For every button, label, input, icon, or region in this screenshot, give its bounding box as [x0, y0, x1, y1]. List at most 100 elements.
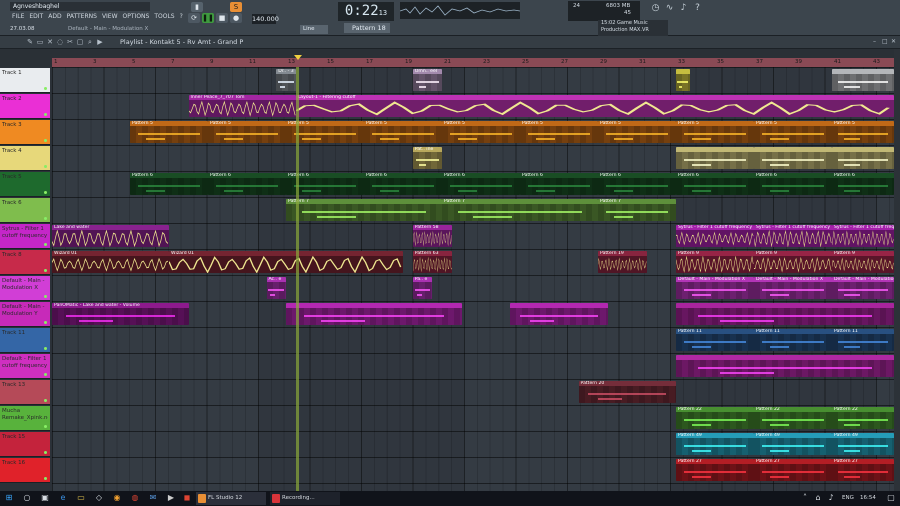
track-mute-led[interactable]: [44, 295, 47, 298]
playlist-clip[interactable]: Pattern 63: [412, 251, 452, 273]
play-tool-icon[interactable]: ▶: [96, 38, 104, 46]
track-mute-led[interactable]: [44, 373, 47, 376]
playlist-clip[interactable]: Ac.. e: [266, 277, 286, 299]
chrome-icon[interactable]: ◍: [130, 493, 140, 503]
playlist-clip[interactable]: Pattern 22: [754, 407, 832, 429]
playlist-clip[interactable]: Pattern 7: [286, 199, 442, 221]
playlist-clip[interactable]: Pattern 22: [676, 407, 754, 429]
network-icon[interactable]: ⌂: [813, 493, 823, 503]
playlist-clip[interactable]: Pattern 6: [598, 173, 676, 195]
playhead-marker[interactable]: [294, 55, 302, 60]
playlist-clip[interactable]: Pattern 20: [578, 381, 676, 403]
track-mute-led[interactable]: [44, 269, 47, 272]
mail-icon[interactable]: ✉: [148, 493, 158, 503]
menu-item[interactable]: FILE: [12, 12, 24, 22]
playlist-clip[interactable]: Dr.. - 3: [276, 69, 296, 91]
playlist-clip[interactable]: Pattern 9: [832, 251, 894, 273]
track-header[interactable]: Default - Main - Modulation Y: [0, 302, 50, 327]
track-mute-led[interactable]: [44, 477, 47, 480]
vertical-scrollbar[interactable]: [894, 49, 900, 491]
playlist-clip[interactable]: Pattern 5: [130, 121, 208, 143]
playlist-clip[interactable]: Pat.. ine: [412, 147, 442, 169]
track-mute-led[interactable]: [44, 243, 47, 246]
playlist-clip[interactable]: Pattern 5: [754, 121, 832, 143]
draw-tool-icon[interactable]: ✎: [26, 38, 34, 46]
menu-item[interactable]: EDIT: [29, 12, 43, 22]
playlist-clip[interactable]: Pattern 5: [364, 121, 442, 143]
playlist-clip[interactable]: [832, 69, 894, 91]
track-mute-led[interactable]: [44, 321, 47, 324]
playlist-clip[interactable]: Default - Main - Modulation X: [754, 277, 832, 299]
playlist-clip[interactable]: Pattern 9: [676, 251, 754, 273]
playlist-clip[interactable]: Pattern 49: [754, 433, 832, 455]
slice-tool-icon[interactable]: ✂: [66, 38, 74, 46]
playlist-clip[interactable]: Pattern 27: [832, 459, 894, 481]
menu-item[interactable]: TOOLS: [154, 12, 174, 22]
track-header[interactable]: Track 15: [0, 432, 50, 457]
notifications-icon[interactable]: ▢: [886, 493, 896, 503]
clock-icon[interactable]: ◷: [650, 3, 661, 14]
menu-item[interactable]: PATTERNS: [67, 12, 97, 22]
paint-tool-icon[interactable]: ▭: [36, 38, 44, 46]
playlist-clip[interactable]: Pattern 5: [832, 121, 894, 143]
track-header[interactable]: Track 2: [0, 94, 50, 119]
volume-icon[interactable]: ♪: [826, 493, 836, 503]
playlist-clip[interactable]: Pattern 11: [676, 329, 754, 351]
track-mute-led[interactable]: [44, 139, 47, 142]
playlist-clip[interactable]: Inner Peace_7_707 Tom: [188, 95, 296, 117]
system-clock[interactable]: 16:54: [860, 492, 876, 505]
playlist-clip[interactable]: Wizard 01: [169, 251, 403, 273]
playlist-clip[interactable]: Pattern 49: [676, 433, 754, 455]
playlist-clip[interactable]: Pa.. e: [412, 277, 433, 299]
menu-item[interactable]: VIEW: [102, 12, 118, 22]
playlist-clip[interactable]: PanOMatic - Lake and water - Volume: [52, 303, 189, 325]
track-header[interactable]: Mucha Remake_Xpink.noi: [0, 406, 50, 431]
playlist-clip[interactable]: Lake and water: [52, 225, 169, 247]
microphone-icon[interactable]: ♪: [678, 3, 689, 14]
track-mute-led[interactable]: [44, 451, 47, 454]
track-mute-led[interactable]: [44, 217, 47, 220]
office-icon[interactable]: ◼: [182, 493, 192, 503]
playlist-clip[interactable]: [676, 303, 894, 325]
playlist-clip[interactable]: Pattern 22: [832, 407, 894, 429]
track-mute-led[interactable]: [44, 425, 47, 428]
playlist-clip[interactable]: Pattern 5: [676, 121, 754, 143]
track-header[interactable]: Default - Filter 1 cutoff frequency: [0, 354, 50, 379]
playlist-clip[interactable]: Pattern 6: [130, 173, 208, 195]
playlist-clip[interactable]: Pattern 27: [754, 459, 832, 481]
track-mute-led[interactable]: [44, 87, 47, 90]
track-header[interactable]: Track 11: [0, 328, 50, 353]
track-header[interactable]: Default - Main - Modulation X: [0, 276, 50, 301]
taskbar-app-fl-studio[interactable]: FL Studio 12: [196, 492, 266, 505]
playlist-clip[interactable]: Pattern 6: [676, 173, 754, 195]
mute-tool-icon[interactable]: ◌: [56, 38, 64, 46]
maximize-icon[interactable]: □: [882, 38, 888, 45]
snap-mode-select[interactable]: Line: [300, 25, 328, 34]
track-header[interactable]: Track 6: [0, 198, 50, 223]
playlist-clip[interactable]: Wizard 01: [52, 251, 169, 273]
playlist-clip[interactable]: [832, 147, 894, 169]
track-header[interactable]: Track 3: [0, 120, 50, 145]
playlist-clip[interactable]: Pattern 7: [442, 199, 598, 221]
wave-icon[interactable]: ∿: [664, 3, 675, 14]
playlist-clip[interactable]: Sytrus - Filter 1 cutoff frequency: [754, 225, 832, 247]
playlist-clip[interactable]: Pattern 9: [754, 251, 832, 273]
close-icon[interactable]: ✕: [891, 38, 897, 45]
zoom-tool-icon[interactable]: ⌕: [86, 38, 94, 46]
playlist-clip[interactable]: Pattern 5: [598, 121, 676, 143]
stop-button[interactable]: ■: [216, 13, 228, 23]
track-mute-led[interactable]: [44, 399, 47, 402]
help-icon[interactable]: ?: [692, 3, 703, 14]
playlist-clip[interactable]: Pattern 6: [442, 173, 520, 195]
pattern-mode-button[interactable]: ▮: [191, 2, 203, 12]
menu-item[interactable]: ADD: [48, 12, 61, 22]
playlist-clip[interactable]: Pattern 49: [832, 433, 894, 455]
track-mute-led[interactable]: [44, 165, 47, 168]
playlist-clip[interactable]: Default - Main - Modulation X: [832, 277, 894, 299]
playlist-clip[interactable]: Pattern 6: [832, 173, 894, 195]
track-header[interactable]: Sytrus - Filter 1 cutoff frequency: [0, 224, 50, 249]
loop-icon[interactable]: ⟳: [188, 13, 200, 23]
playlist-clip[interactable]: [510, 303, 608, 325]
playlist-clip[interactable]: Omn.. eel: [412, 69, 442, 91]
playlist-clip[interactable]: Pattern 27: [676, 459, 754, 481]
